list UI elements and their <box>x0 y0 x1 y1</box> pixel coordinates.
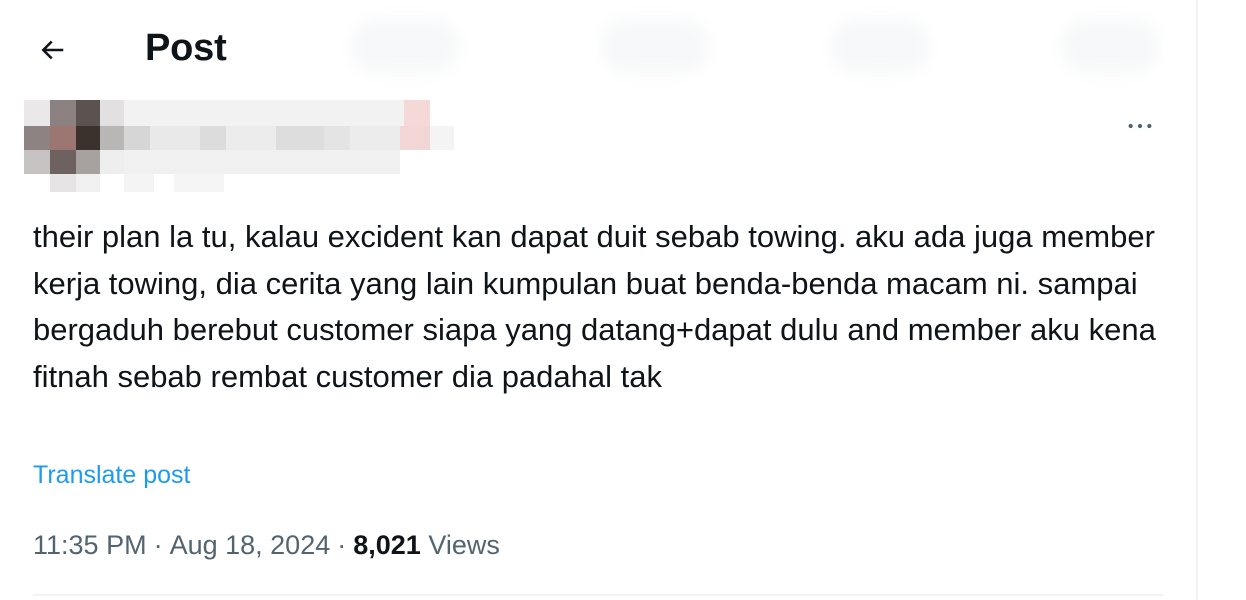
back-button[interactable] <box>28 26 76 74</box>
separator: · <box>153 530 163 560</box>
author-name-redacted <box>124 100 464 192</box>
header-bar: Post <box>0 0 1196 96</box>
blurred-tab <box>1060 18 1160 74</box>
post-metadata: 11:35 PM · Aug 18, 2024 · 8,021 Views <box>33 527 500 563</box>
post-date[interactable]: Aug 18, 2024 <box>170 530 331 560</box>
arrow-left-icon <box>41 40 64 60</box>
page-title: Post <box>145 27 227 69</box>
blurred-tab <box>830 18 930 74</box>
post-text: their plan la tu, kalau excident kan dap… <box>33 219 1165 394</box>
post-page: Post their plan la tu, kalau excident ka… <box>0 0 1246 600</box>
column-border <box>1196 0 1198 600</box>
author-redacted[interactable] <box>24 98 464 194</box>
separator: · <box>337 530 347 560</box>
post-time[interactable]: 11:35 PM <box>33 530 147 560</box>
translate-post-link[interactable]: Translate post <box>33 459 190 491</box>
more-options-button[interactable] <box>1118 106 1162 146</box>
views-count: 8,021 <box>353 530 421 560</box>
more-horizontal-icon <box>1128 123 1152 129</box>
avatar <box>24 100 124 192</box>
blurred-tab <box>350 18 460 74</box>
divider <box>33 594 1163 596</box>
blurred-tab <box>600 18 710 74</box>
views-label: Views <box>428 530 500 560</box>
